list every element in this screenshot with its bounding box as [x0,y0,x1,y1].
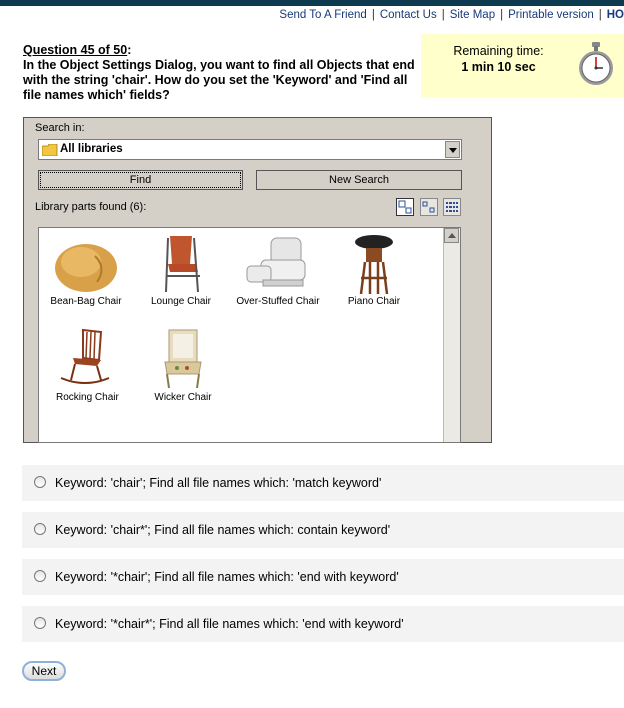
find-button[interactable]: Find [38,170,243,190]
send-to-friend-link[interactable]: Send To A Friend [279,9,366,21]
item-label: Rocking Chair [56,392,119,403]
top-links: Send To A Friend | Contact Us | Site Map | Pri… [279,9,624,21]
answer-option-2[interactable]: Keyword: 'chair*'; Find all file names w… [22,512,624,548]
bean-bag-chair-icon [55,244,117,292]
item-label: Lounge Chair [150,296,212,307]
wicker-chair-icon [164,329,202,389]
radio-button[interactable] [34,523,46,535]
option-text: Keyword: 'chair'; Find all file names wh… [55,476,382,490]
radio-button[interactable] [34,570,46,582]
stopwatch-icon [579,42,613,85]
item-label: Piano Chair [347,296,401,307]
list-item[interactable]: Wicker Chair [152,328,214,403]
list-view-button[interactable] [443,198,461,216]
search-in-select[interactable]: All libraries [38,139,462,160]
item-label: Over-Stuffed Chair [236,296,320,307]
large-icons-icon [398,200,412,214]
search-in-value: All libraries [60,143,123,155]
answer-option-4[interactable]: Keyword: '*chair*'; Find all file names … [22,606,624,642]
list-view-icon [446,202,458,212]
site-map-link[interactable]: Site Map [450,9,495,21]
top-bar [0,0,624,6]
question-text: In the Object Settings Dialog, you want … [23,58,415,102]
new-search-button[interactable]: New Search [256,170,462,190]
radio-button[interactable] [34,617,46,629]
small-icons-view-button[interactable] [420,198,438,216]
library-parts-found-label: Library parts found (6): [35,201,147,213]
item-label: Wicker Chair [154,392,212,403]
question-block: Question 45 of 50: In the Object Setting… [23,43,418,103]
folder-icon [42,144,58,156]
list-item[interactable]: Piano Chair [329,234,419,307]
timer-label: Remaining time: [453,44,544,58]
question-number: Question 45 of 50 [23,43,128,57]
next-button[interactable]: Next [22,661,66,681]
vertical-scrollbar[interactable] [443,228,460,442]
over-stuffed-chair-icon [246,237,306,287]
timer-value: 1 min 10 sec [461,60,536,74]
radio-button[interactable] [34,476,46,488]
search-in-label: Search in: [35,122,85,134]
chevron-down-icon[interactable] [445,141,460,158]
answer-option-1[interactable]: Keyword: 'chair'; Find all file names wh… [22,465,624,501]
timer-panel: Remaining time: 1 min 10 sec [421,34,624,97]
option-text: Keyword: '*chair'; Find all file names w… [55,570,399,584]
scroll-up-icon[interactable] [444,228,459,243]
answer-option-3[interactable]: Keyword: '*chair'; Find all file names w… [22,559,624,595]
rocking-chair-icon [60,328,110,384]
library-parts-list: Bean-Bag Chair Lounge Chair Over-Stuffed… [38,227,461,443]
small-icons-icon [422,201,435,213]
piano-chair-icon [355,235,393,294]
option-text: Keyword: 'chair*'; Find all file names w… [55,523,391,537]
option-text: Keyword: '*chair*'; Find all file names … [55,617,404,631]
list-item[interactable]: Lounge Chair [136,234,226,307]
object-settings-dialog: Search in: All libraries Find New Search… [23,117,492,443]
question-colon: : [127,43,132,57]
lounge-chair-icon [165,236,200,293]
printable-version-link[interactable]: Printable version [508,9,594,21]
large-icons-view-button[interactable] [396,198,414,216]
list-item[interactable]: Rocking Chair [56,328,119,403]
contact-us-link[interactable]: Contact Us [380,9,437,21]
item-label: Bean-Bag Chair [50,296,122,307]
home-link[interactable]: HO [607,9,624,21]
list-item[interactable]: Over-Stuffed Chair [233,234,323,307]
list-item[interactable]: Bean-Bag Chair [41,234,131,307]
